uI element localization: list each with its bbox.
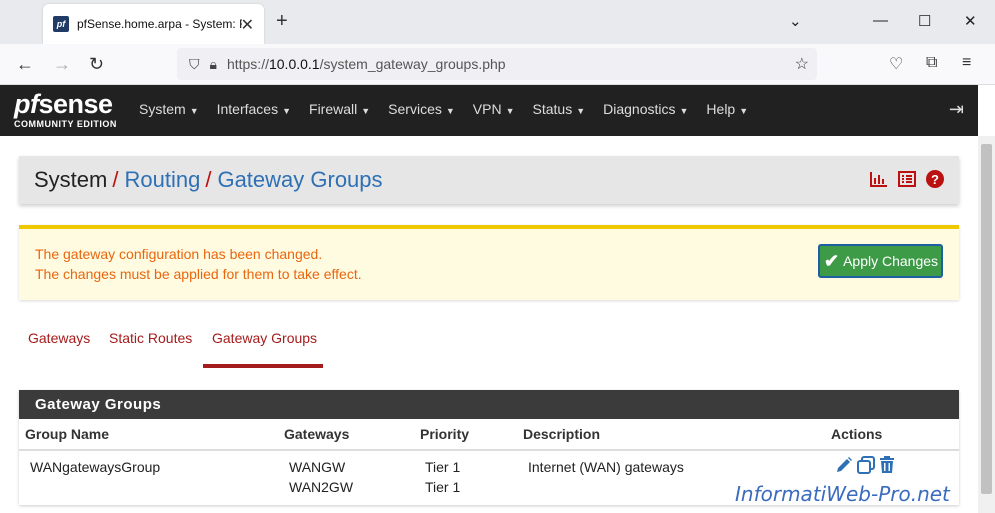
menu-system[interactable]: System ▼ (139, 101, 199, 117)
tab-gateway-groups[interactable]: Gateway Groups (212, 330, 317, 346)
caret-down-icon: ▼ (445, 106, 455, 116)
pfsense-navbar: pfsense COMMUNITY EDITION System ▼ Interf… (0, 85, 978, 136)
star-icon[interactable]: ☆ (795, 54, 809, 74)
tab-gateways[interactable]: Gateways (28, 330, 90, 346)
shield-icon: ⛉ (189, 55, 200, 72)
help-icon[interactable]: ? (926, 170, 944, 188)
column-header-gateways[interactable]: Gateways (284, 426, 349, 442)
column-header-description[interactable]: Description (523, 426, 600, 442)
maximize-icon[interactable]: ☐ (918, 12, 931, 30)
apply-changes-button[interactable]: ✔ Apply Changes (818, 244, 943, 278)
breadcrumb-separator: / (205, 167, 212, 192)
caret-down-icon: ▼ (739, 106, 749, 116)
breadcrumb-gateway-groups[interactable]: Gateway Groups (217, 167, 382, 193)
copy-icon[interactable] (857, 456, 875, 479)
caret-down-icon: ▼ (189, 106, 199, 116)
menu-icon[interactable]: ≡ (962, 54, 971, 72)
page-scrollbar[interactable] (978, 136, 995, 513)
panel-title: Gateway Groups (19, 390, 959, 419)
cell-priority: Tier 1 (425, 459, 461, 475)
active-tab-indicator (203, 364, 323, 368)
column-header-actions: Actions (831, 426, 883, 442)
breadcrumb-routing[interactable]: Routing (124, 167, 200, 193)
forward-arrow-icon[interactable]: → (53, 54, 71, 75)
tab-static-routes[interactable]: Static Routes (109, 330, 192, 346)
cell-group-name: WANgatewaysGroup (30, 459, 161, 475)
scroll-thumb[interactable] (981, 144, 992, 494)
check-icon: ✔ (824, 250, 840, 271)
caret-down-icon: ▼ (282, 106, 292, 116)
pfsense-favicon-icon: pf (53, 16, 69, 32)
column-header-priority[interactable]: Priority (420, 426, 469, 442)
window-close-icon[interactable]: ✕ (964, 12, 977, 30)
menu-status[interactable]: Status ▼ (533, 101, 586, 117)
pocket-icon[interactable]: ♡ (889, 54, 903, 74)
browser-toolbar: ← → ↻ ⛉ 🔒︎ https://10.0.0.1/system_gatew… (0, 44, 995, 85)
column-header-group-name[interactable]: Group Name (25, 426, 109, 442)
caret-down-icon: ▼ (679, 106, 689, 116)
watermark-logo: InformatiWeb-Pro.net (735, 482, 950, 506)
menu-vpn[interactable]: VPN ▼ (473, 101, 515, 117)
cell-description: Internet (WAN) gateways (528, 459, 684, 475)
table-header-divider (19, 449, 959, 451)
edit-pencil-icon[interactable] (835, 456, 853, 479)
menu-interfaces[interactable]: Interfaces ▼ (217, 101, 291, 117)
cell-priority: Tier 1 (425, 479, 461, 495)
minimize-icon[interactable]: — (873, 12, 888, 29)
reload-icon[interactable]: ↻ (89, 54, 104, 75)
back-arrow-icon[interactable]: ← (16, 54, 34, 75)
caret-down-icon: ▼ (361, 106, 371, 116)
breadcrumb: System / Routing / Gateway Groups ? (19, 156, 959, 204)
logout-icon[interactable]: ⇥ (949, 99, 964, 120)
trash-icon[interactable] (878, 456, 896, 479)
alert-line-2: The changes must be applied for them to … (35, 266, 362, 282)
bar-chart-icon[interactable] (870, 170, 888, 188)
menu-services[interactable]: Services ▼ (388, 101, 455, 117)
browser-tab[interactable]: pf pfSense.home.arpa - System: R ✕ (43, 4, 264, 44)
cell-gateway: WAN2GW (289, 479, 354, 495)
url-text: https://10.0.0.1/system_gateway_groups.p… (226, 56, 506, 72)
new-tab-icon[interactable]: + (276, 10, 288, 33)
browser-tabbar: pf pfSense.home.arpa - System: R ✕ + ⌄ —… (0, 0, 995, 44)
tab-title: pfSense.home.arpa - System: R (77, 17, 242, 31)
extensions-icon[interactable]: ⧉ (926, 54, 937, 72)
main-menu: System ▼ Interfaces ▼ Firewall ▼ Services ▼ … (139, 101, 766, 117)
menu-diagnostics[interactable]: Diagnostics ▼ (603, 101, 688, 117)
list-all-tabs-icon[interactable]: ⌄ (789, 12, 802, 30)
menu-help[interactable]: Help ▼ (706, 101, 748, 117)
caret-down-icon: ▼ (576, 106, 586, 116)
changes-alert: The gateway configuration has been chang… (19, 225, 959, 300)
alert-line-1: The gateway configuration has been chang… (35, 246, 323, 262)
caret-down-icon: ▼ (505, 106, 515, 116)
pfsense-logo[interactable]: pfsense COMMUNITY EDITION (14, 90, 117, 129)
lock-icon: 🔒︎ (209, 55, 217, 72)
close-icon[interactable]: ✕ (241, 15, 254, 35)
menu-firewall[interactable]: Firewall ▼ (309, 101, 370, 117)
breadcrumb-system: System (34, 167, 108, 192)
breadcrumb-separator: / (112, 167, 119, 192)
cell-gateway: WANGW (289, 459, 346, 475)
list-icon[interactable] (898, 170, 916, 188)
url-bar[interactable]: ⛉ 🔒︎ https://10.0.0.1/system_gateway_gro… (177, 48, 817, 80)
